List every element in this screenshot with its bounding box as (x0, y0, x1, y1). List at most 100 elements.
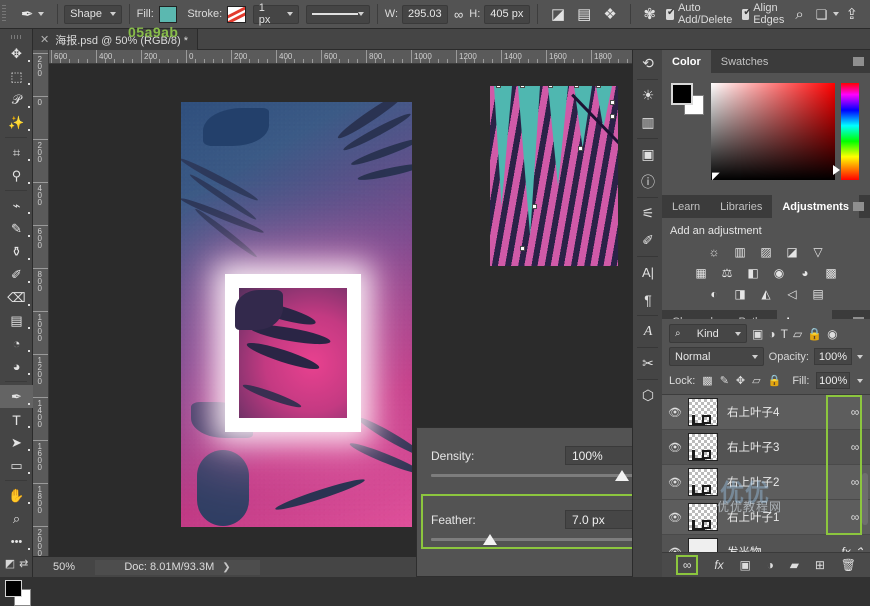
density-slider-track[interactable] (431, 474, 645, 477)
histogram-panel-icon[interactable]: ▥ (633, 109, 663, 136)
screen-mode-icon[interactable]: ⇄ (19, 557, 28, 570)
gradient-map-icon[interactable]: ◁ (784, 286, 801, 301)
fill-color-swatch[interactable] (159, 6, 178, 23)
masks-properties-panel[interactable]: Density: 100% Feather: 7.0 px (416, 427, 660, 577)
tab-swatches[interactable]: Swatches (711, 50, 779, 73)
brush-settings-panel-icon[interactable]: ✐ (633, 227, 663, 254)
curves-icon[interactable]: ▨ (758, 244, 775, 259)
chevron-down-icon[interactable] (857, 355, 863, 359)
color-swatches[interactable] (5, 580, 31, 606)
foreground-color-swatch[interactable] (671, 83, 693, 105)
quick-mask-and-screen-mode[interactable]: ◩ ⇄ (0, 553, 33, 573)
path-arrangement-icon[interactable]: ❖ (597, 7, 622, 22)
color-lookup-icon[interactable]: ▩ (823, 265, 840, 280)
zoom-level-input[interactable]: 50% (33, 561, 95, 573)
invert-icon[interactable]: ◐ (706, 286, 723, 301)
active-tool-preset-picker[interactable]: ✒ (15, 7, 50, 22)
new-layer-button[interactable]: ⊞ (815, 558, 825, 572)
blend-mode-select[interactable]: Normal (669, 347, 764, 366)
posterize-icon[interactable]: ◨ (732, 286, 749, 301)
dodge-tool[interactable]: ◕ (0, 355, 33, 378)
pen-tool[interactable]: ✒ (0, 385, 33, 408)
levels-icon[interactable]: ▥ (732, 244, 749, 259)
character-styles-panel-icon[interactable]: A (633, 318, 663, 345)
path-anchor-point[interactable] (610, 100, 615, 105)
tab-libraries[interactable]: Libraries (710, 195, 772, 218)
chain-link-icon[interactable]: ∞ (448, 8, 469, 21)
height-input[interactable]: 405 px (484, 5, 530, 24)
gradient-tool[interactable]: ▤ (0, 309, 33, 332)
delete-layer-button[interactable]: 🗑 (841, 558, 856, 572)
layer-thumbnail[interactable] (688, 468, 718, 496)
color-panel-body[interactable]: ◤ (662, 73, 870, 195)
hue-strip[interactable] (841, 83, 859, 180)
vibrance-icon[interactable]: ▽ (810, 244, 827, 259)
stroke-width-select[interactable]: 1 px (253, 5, 299, 24)
workspace-icon[interactable]: ❏ (810, 8, 834, 21)
poster-artwork[interactable] (181, 102, 412, 527)
layer-name[interactable]: 右上叶子2 (718, 474, 840, 490)
paragraph-panel-icon[interactable]: ¶ (633, 286, 663, 313)
layer-filter-kind-select[interactable]: ⌕ Kind (669, 324, 747, 343)
tool-presets-panel-icon[interactable]: ⚟ (633, 200, 663, 227)
panel-menu-icon[interactable] (853, 57, 864, 66)
chevron-down-icon[interactable] (857, 379, 863, 383)
gear-icon[interactable]: ✾ (637, 7, 662, 22)
path-operations-icon[interactable]: ◪ (545, 7, 571, 22)
path-anchor-point[interactable] (548, 86, 553, 88)
layer-visibility-toggle[interactable]: 👁 (662, 476, 688, 489)
lock-transparent-icon[interactable]: ▩ (702, 374, 712, 387)
panel-menu-icon[interactable] (853, 202, 864, 211)
layer-style-button[interactable]: fx (714, 558, 723, 572)
hand-tool[interactable]: ✋ (0, 484, 33, 507)
layer-name[interactable]: 右上叶子4 (718, 404, 840, 420)
options-bar-grip[interactable] (0, 0, 9, 29)
healing-brush-tool[interactable]: ⌁ (0, 194, 33, 217)
quick-mask-icon[interactable]: ◩ (5, 557, 15, 570)
new-group-button[interactable]: ▰ (790, 558, 799, 572)
stroke-style-select[interactable] (306, 5, 370, 24)
stroke-color-swatch[interactable] (227, 6, 246, 23)
hue-saturation-icon[interactable]: ▦ (693, 265, 710, 280)
chevron-right-icon[interactable]: ❯ (222, 562, 230, 573)
layer-visibility-toggle[interactable]: 👁 (662, 406, 688, 419)
layer-name[interactable]: 右上叶子3 (718, 439, 840, 455)
eyedropper-tool[interactable]: ⚲ (0, 164, 33, 187)
black-white-icon[interactable]: ◧ (745, 265, 762, 280)
layer-thumbnail[interactable] (688, 433, 718, 461)
density-slider-thumb[interactable] (615, 470, 629, 481)
tab-color[interactable]: Color (662, 50, 711, 73)
move-tool[interactable]: ✥ (0, 42, 33, 65)
tab-adjustments[interactable]: Adjustments (772, 195, 859, 218)
path-selection-tool[interactable]: ➤ (0, 431, 33, 454)
search-icon[interactable]: ⌕ (789, 7, 809, 22)
path-anchor-point[interactable] (578, 146, 583, 151)
zoom-detail-view[interactable] (490, 86, 618, 266)
width-input[interactable]: 295.03 (402, 5, 448, 24)
neon-frame-shape[interactable] (225, 274, 361, 432)
quick-selection-tool[interactable]: ✨ (0, 111, 33, 134)
rectangular-marquee-tool[interactable]: ⬚ (0, 65, 33, 88)
close-icon[interactable]: ✕ (40, 33, 49, 46)
color-balance-icon[interactable]: ⚖ (719, 265, 736, 280)
layer-name[interactable]: 右上叶子1 (718, 509, 840, 525)
horizontal-ruler[interactable]: 6004002000200400600800100012001400160018… (49, 50, 632, 64)
lock-all-icon[interactable]: 🔒 (768, 374, 782, 387)
path-anchor-point[interactable] (574, 86, 579, 88)
rectangle-tool[interactable]: ▭ (0, 454, 33, 477)
channel-mixer-icon[interactable]: ◕ (797, 265, 814, 280)
color-picker-field[interactable] (711, 83, 835, 180)
layer-thumbnail[interactable] (688, 503, 718, 531)
properties-panel-icon[interactable]: ▣ (633, 141, 663, 168)
lock-position-icon[interactable]: ✥ (736, 374, 745, 387)
tab-learn[interactable]: Learn (662, 195, 710, 218)
filter-toggle-icon[interactable]: ◉ (827, 327, 837, 341)
character-panel-icon[interactable]: A| (633, 259, 663, 286)
align-edges-checkbox[interactable]: Align Edges (742, 2, 789, 26)
crop-tool[interactable]: ⌗ (0, 141, 33, 164)
hue-slider-arrow[interactable] (833, 165, 840, 175)
selective-color-icon[interactable]: ▤ (810, 286, 827, 301)
layer-visibility-toggle[interactable]: 👁 (662, 441, 688, 454)
path-anchor-point[interactable] (532, 204, 537, 209)
exposure-icon[interactable]: ◪ (784, 244, 801, 259)
